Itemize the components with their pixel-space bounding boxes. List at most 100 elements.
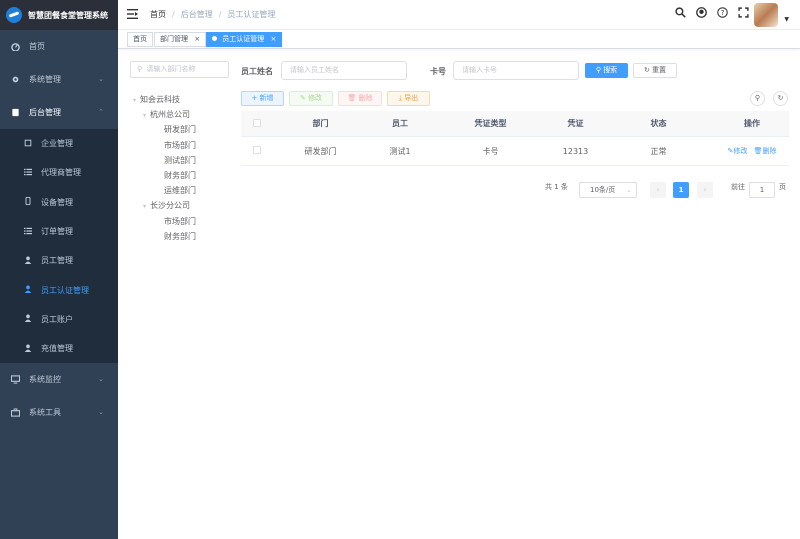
hamburger-icon[interactable] xyxy=(127,8,138,22)
tree-node[interactable]: 市场部门 xyxy=(164,138,196,153)
tree-node[interactable]: 测试部门 xyxy=(164,153,196,168)
search-icon: ⚲ xyxy=(137,65,143,73)
cell-employee: 测试1 xyxy=(389,146,411,156)
close-icon[interactable]: × xyxy=(270,35,276,43)
tree-node[interactable]: ▾ 知会云科技 xyxy=(133,92,180,107)
tree-node-label: 杭州总公司 xyxy=(150,110,191,120)
tree-node[interactable]: 财务部门 xyxy=(164,229,196,244)
sidebar-item-system-management[interactable]: 系统管理 ⌄ xyxy=(0,63,118,96)
add-button[interactable]: + 新增 xyxy=(241,91,284,106)
sidebar-item-employee-account[interactable]: 员工账户 xyxy=(0,305,118,334)
user-icon xyxy=(24,285,32,295)
sidebar-item-home[interactable]: 首页 xyxy=(0,30,118,63)
export-button-label: 导出 xyxy=(404,94,419,102)
goto-label: 前往 xyxy=(731,183,745,191)
caret-down-icon[interactable]: ▼ xyxy=(784,16,789,23)
dept-search-input[interactable]: ⚲ 请输入部门名称 xyxy=(130,61,229,78)
row-checkbox[interactable] xyxy=(253,146,261,154)
sidebar-item-backend-management[interactable]: 后台管理 ⌃ xyxy=(0,96,118,129)
name-label: 员工姓名 xyxy=(241,67,273,76)
dashboard-icon xyxy=(11,42,20,51)
delete-button-label: 删除 xyxy=(358,94,373,102)
tag-label: 员工认证管理 xyxy=(222,35,265,43)
refresh-icon: ↻ xyxy=(777,94,784,102)
tree-node[interactable]: 市场部门 xyxy=(164,214,196,229)
column-header: 状态 xyxy=(650,119,667,128)
sidebar-item-system-tools[interactable]: 系统工具 ⌄ xyxy=(0,396,118,429)
sidebar: 智慧团餐食堂管理系统 首页 系统管理 ⌄ 后台管理 ⌃ 企业管理 代理商管理 设… xyxy=(0,0,118,539)
monitor-icon xyxy=(11,375,20,385)
caret-down-icon[interactable]: ▾ xyxy=(143,112,146,119)
tree-node-label: 长沙分公司 xyxy=(150,201,191,211)
sidebar-item-agent[interactable]: 代理商管理 xyxy=(0,158,118,187)
next-page-button[interactable]: › xyxy=(697,182,713,198)
cell-actions: ✎修改 🗑删除 xyxy=(715,146,789,156)
sidebar-item-label: 订单管理 xyxy=(41,227,73,237)
card-placeholder: 请输入卡号 xyxy=(462,66,497,74)
chevron-down-icon: ⌄ xyxy=(98,75,104,83)
reset-button-label: 重置 xyxy=(652,66,667,74)
sidebar-item-label: 员工账户 xyxy=(41,314,73,324)
sidebar-item-employee-auth[interactable]: 员工认证管理 xyxy=(0,275,118,304)
user-icon xyxy=(24,314,32,324)
breadcrumb-backend[interactable]: 后台管理 xyxy=(181,9,213,20)
sidebar-item-label: 企业管理 xyxy=(41,139,73,149)
tag-department[interactable]: 部门管理 × xyxy=(154,32,207,47)
close-icon[interactable]: × xyxy=(194,35,200,43)
tree-node[interactable]: 运维部门 xyxy=(164,183,196,198)
sidebar-item-label: 代理商管理 xyxy=(41,168,81,178)
breadcrumb-separator: / xyxy=(172,10,175,19)
page-unit-label: 页 xyxy=(779,183,786,191)
question-icon[interactable]: ? xyxy=(717,7,728,21)
select-all-checkbox[interactable] xyxy=(253,118,261,127)
gear-icon xyxy=(11,75,20,84)
tree-node[interactable]: ▾ 长沙分公司 xyxy=(143,198,190,213)
sidebar-item-employee[interactable]: 员工管理 xyxy=(0,246,118,275)
toggle-search-button[interactable]: ⚲ xyxy=(750,91,765,106)
row-select-cell xyxy=(241,146,273,156)
tree-node-label: 财务部门 xyxy=(164,231,196,241)
submenu-backend: 企业管理 代理商管理 设备管理 订单管理 员工管理 员工认证管理 员工账户 充值… xyxy=(0,129,118,364)
tree-node[interactable]: 财务部门 xyxy=(164,168,196,183)
search-button[interactable]: ⚲ 搜索 xyxy=(585,63,628,78)
search-icon[interactable] xyxy=(675,7,686,21)
edit-button-label: 修改 xyxy=(308,94,323,102)
github-icon[interactable] xyxy=(696,7,707,21)
row-edit-label: 修改 xyxy=(733,147,748,155)
sidebar-item-label: 员工管理 xyxy=(41,256,73,266)
prev-page-button[interactable]: ‹ xyxy=(650,182,666,198)
logo-icon xyxy=(6,7,22,23)
export-button[interactable]: ⤓ 导出 xyxy=(387,91,430,106)
fullscreen-icon[interactable] xyxy=(738,7,749,21)
sidebar-item-device[interactable]: 设备管理 xyxy=(0,188,118,217)
tree-node-label: 运维部门 xyxy=(164,186,196,196)
sidebar-item-order[interactable]: 订单管理 xyxy=(0,217,118,246)
sidebar-item-system-monitor[interactable]: 系统监控 ⌄ xyxy=(0,363,118,396)
goto-page-input[interactable]: 1 xyxy=(749,182,775,198)
row-edit-link[interactable]: ✎修改 xyxy=(728,147,748,155)
refresh-button[interactable]: ↻ xyxy=(773,91,788,106)
plus-icon: + xyxy=(251,94,258,102)
user-icon xyxy=(24,344,32,354)
sidebar-item-enterprise[interactable]: 企业管理 xyxy=(0,129,118,158)
tag-employee-auth[interactable]: 员工认证管理 × xyxy=(206,32,283,47)
caret-down-icon[interactable]: ▾ xyxy=(143,203,146,210)
tree-node[interactable]: ▾ 杭州总公司 xyxy=(143,107,190,122)
name-placeholder: 请输入员工姓名 xyxy=(290,66,339,74)
card-input[interactable]: 请输入卡号 xyxy=(453,61,579,80)
tag-label: 首页 xyxy=(133,35,147,43)
delete-button[interactable]: 🗑 删除 xyxy=(338,91,382,106)
tree-node[interactable]: 研发部门 xyxy=(164,122,196,137)
name-input[interactable]: 请输入员工姓名 xyxy=(281,61,407,80)
edit-button[interactable]: ✎ 修改 xyxy=(289,91,333,106)
avatar[interactable] xyxy=(754,3,778,27)
add-button-label: 新增 xyxy=(259,94,274,102)
breadcrumb-home[interactable]: 首页 xyxy=(150,9,166,20)
sidebar-item-recharge[interactable]: 充值管理 xyxy=(0,334,118,363)
page-size-select[interactable]: 10条/页 ⌄ xyxy=(579,182,637,198)
page-button-1[interactable]: 1 xyxy=(673,182,689,198)
caret-down-icon[interactable]: ▾ xyxy=(133,97,136,104)
reset-button[interactable]: ↻ 重置 xyxy=(633,63,677,78)
tag-home[interactable]: 首页 xyxy=(127,32,153,47)
row-delete-link[interactable]: 🗑删除 xyxy=(754,147,777,155)
